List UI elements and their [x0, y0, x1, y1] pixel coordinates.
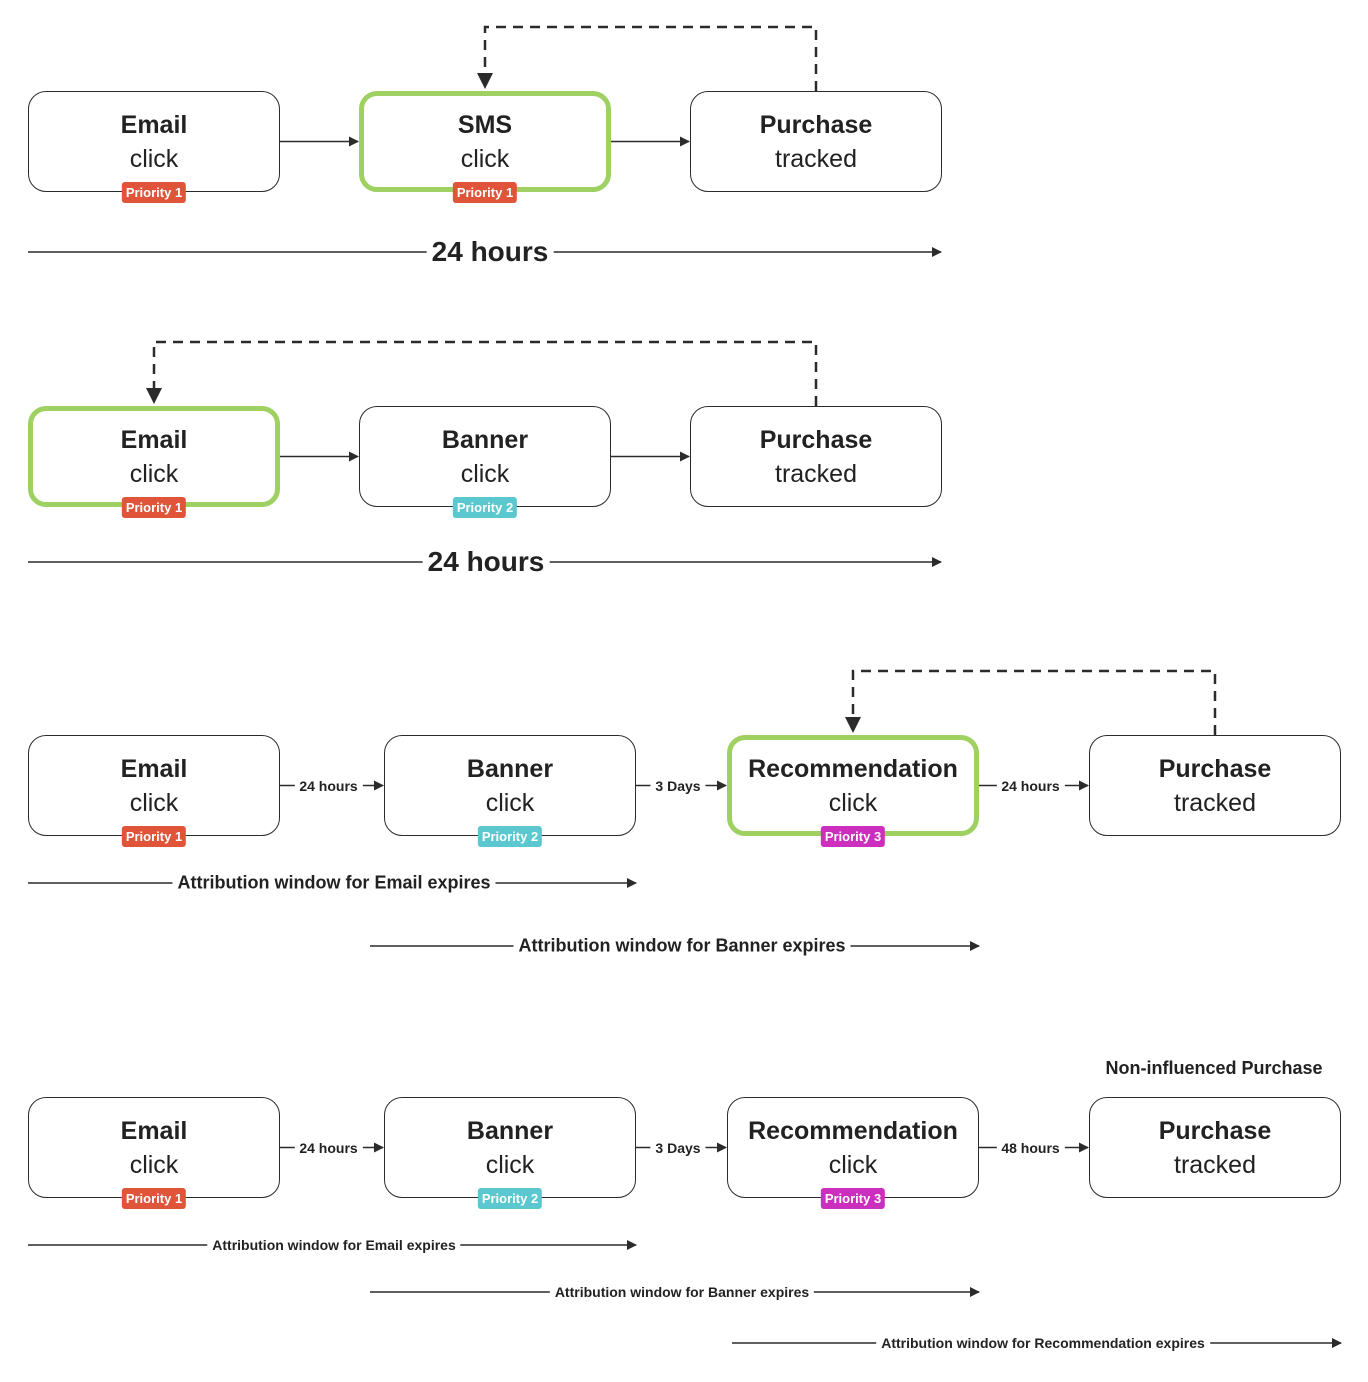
node-title: Purchase — [759, 426, 873, 454]
node-subtitle: click — [129, 460, 179, 488]
node-subtitle: click — [485, 789, 535, 817]
attribution-window-label: Attribution window for Email expires — [207, 1237, 461, 1253]
node-subtitle: click — [828, 789, 878, 817]
connector-label: 24 hours — [294, 777, 363, 794]
node-title: Recommendation — [748, 755, 958, 783]
node-title: Banner — [466, 755, 554, 783]
attribution-window-label: Attribution window for Email expires — [172, 872, 496, 894]
node-purchase-tracked: Purchase tracked — [1089, 735, 1341, 836]
node-title: Purchase — [1158, 1117, 1272, 1145]
node-subtitle: tracked — [775, 460, 857, 488]
node-title: Email — [120, 111, 188, 139]
node-title: Email — [120, 426, 188, 454]
node-email-click: Email click Priority 1 — [28, 406, 280, 518]
node-purchase-tracked: Purchase tracked — [690, 406, 942, 507]
node-subtitle: click — [129, 1151, 179, 1179]
non-influenced-label: Non-influenced Purchase — [1105, 1058, 1323, 1078]
node-banner-click: Banner click Priority 2 — [384, 735, 636, 847]
connector-label: 3 Days — [650, 777, 706, 794]
node-subtitle: tracked — [775, 145, 857, 173]
priority-badge: Priority 1 — [121, 497, 187, 518]
priority-badge: Priority 2 — [477, 1188, 543, 1209]
node-email-click: Email click Priority 1 — [28, 1097, 280, 1209]
node-title: Email — [120, 1117, 188, 1145]
attribution-window-label: Attribution window for Banner expires — [549, 1284, 815, 1300]
node-subtitle: click — [129, 145, 179, 173]
node-recommendation-click: Recommendation click Priority 3 — [727, 1097, 979, 1209]
credit-feedback-dashed-arrow — [483, 25, 818, 91]
node-title: Purchase — [759, 111, 873, 139]
node-subtitle: click — [828, 1151, 878, 1179]
attribution-window-label: Attribution window for Banner expires — [513, 935, 851, 957]
arrowhead-icon — [146, 388, 162, 404]
priority-badge: Priority 2 — [477, 826, 543, 847]
credit-feedback-dashed-arrow — [851, 669, 1217, 735]
node-title: Purchase — [1158, 755, 1272, 783]
connector-label: 3 Days — [650, 1139, 706, 1156]
node-title: Banner — [441, 426, 529, 454]
connector-label: 48 hours — [996, 1139, 1065, 1156]
node-banner-click: Banner click Priority 2 — [384, 1097, 636, 1209]
priority-badge: Priority 2 — [452, 497, 518, 518]
connector-label: 24 hours — [996, 777, 1065, 794]
credit-feedback-dashed-arrow — [152, 340, 818, 406]
arrowhead-icon — [845, 717, 861, 733]
node-recommendation-click: Recommendation click Priority 3 — [727, 735, 979, 847]
node-banner-click: Banner click Priority 2 — [359, 406, 611, 518]
node-subtitle: click — [460, 145, 510, 173]
node-subtitle: click — [485, 1151, 535, 1179]
attribution-window-label: 24 hours — [426, 236, 554, 268]
priority-badge: Priority 3 — [820, 1188, 886, 1209]
node-sms-click: SMS click Priority 1 — [359, 91, 611, 203]
node-subtitle: tracked — [1174, 789, 1256, 817]
priority-badge: Priority 3 — [820, 826, 886, 847]
node-subtitle: tracked — [1174, 1151, 1256, 1179]
node-purchase-tracked: Purchase tracked — [690, 91, 942, 192]
node-subtitle: click — [460, 460, 510, 488]
node-purchase-tracked: Purchase tracked — [1089, 1097, 1341, 1198]
node-title: Email — [120, 755, 188, 783]
node-email-click: Email click Priority 1 — [28, 735, 280, 847]
priority-badge: Priority 1 — [452, 182, 518, 203]
priority-badge: Priority 1 — [121, 826, 187, 847]
priority-badge: Priority 1 — [121, 182, 187, 203]
node-email-click: Email click Priority 1 — [28, 91, 280, 203]
connector-label: 24 hours — [294, 1139, 363, 1156]
node-subtitle: click — [129, 789, 179, 817]
node-title: Banner — [466, 1117, 554, 1145]
arrowhead-icon — [477, 73, 493, 89]
priority-badge: Priority 1 — [121, 1188, 187, 1209]
node-title: Recommendation — [748, 1117, 958, 1145]
attribution-window-label: 24 hours — [422, 546, 550, 578]
node-title: SMS — [457, 111, 513, 139]
attribution-window-label: Attribution window for Recommendation ex… — [876, 1335, 1210, 1351]
